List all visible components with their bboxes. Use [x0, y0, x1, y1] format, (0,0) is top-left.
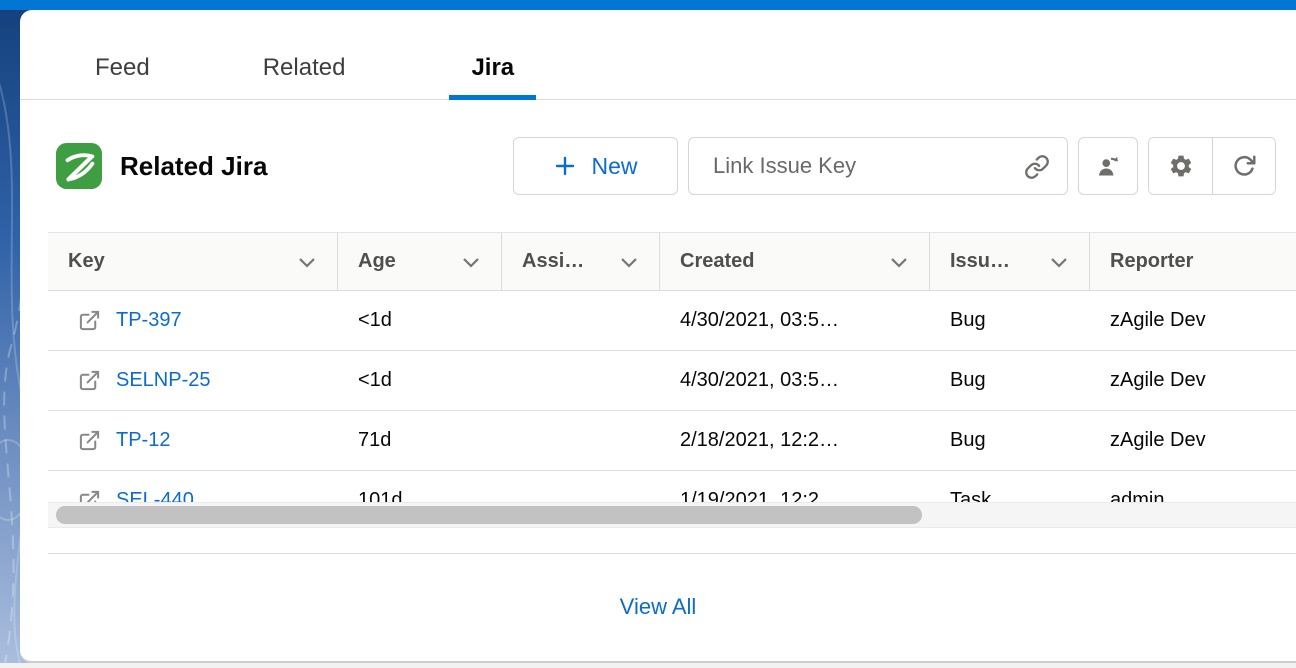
- record-tabs: Feed Related Jira: [20, 10, 1296, 100]
- column-header-key[interactable]: Key: [48, 233, 338, 290]
- column-label: Reporter: [1110, 250, 1193, 273]
- cell-created: 1/19/2021, 12:2…: [660, 489, 930, 502]
- panel-title-group: Related Jira: [56, 143, 513, 189]
- cell-age: 71d: [338, 429, 502, 452]
- cell-key: TP-12: [48, 429, 338, 452]
- external-link-icon[interactable]: [78, 369, 101, 392]
- table-body: TP-397 <1d 4/30/2021, 03:5… Bug zAgile D…: [48, 291, 1296, 502]
- panel-title: Related Jira: [120, 151, 267, 182]
- column-header-age[interactable]: Age: [338, 233, 502, 290]
- column-label: Assi…: [522, 250, 584, 273]
- column-label: Created: [680, 250, 754, 273]
- cell-issue-type: Task: [930, 489, 1090, 502]
- chevron-down-icon: [295, 250, 319, 274]
- panel-header: Related Jira New: [20, 100, 1296, 232]
- issue-key-link[interactable]: SEL-440: [116, 489, 194, 502]
- cell-age: <1d: [338, 369, 502, 392]
- cell-reporter: zAgile Dev: [1090, 369, 1296, 392]
- cell-created: 2/18/2021, 12:2…: [660, 429, 930, 452]
- horizontal-scrollbar-thumb[interactable]: [56, 506, 922, 524]
- view-all-row: View All: [20, 554, 1296, 660]
- cell-issue-type: Bug: [930, 429, 1090, 452]
- cell-reporter: zAgile Dev: [1090, 429, 1296, 452]
- panel-actions: New: [513, 137, 1276, 195]
- cell-reporter: zAgile Dev: [1090, 309, 1296, 332]
- table-row: TP-12 71d 2/18/2021, 12:2… Bug zAgile De…: [48, 411, 1296, 471]
- link-issue-key-field: [688, 137, 1068, 195]
- tab-jira[interactable]: Jira: [449, 10, 536, 99]
- column-header-created[interactable]: Created: [660, 233, 930, 290]
- gear-icon: [1168, 153, 1194, 179]
- chevron-down-icon: [459, 250, 483, 274]
- tab-feed[interactable]: Feed: [73, 10, 172, 99]
- zagile-icon: [56, 143, 102, 189]
- cell-reporter: admin: [1090, 489, 1296, 502]
- table-row: SELNP-25 <1d 4/30/2021, 03:5… Bug zAgile…: [48, 351, 1296, 411]
- cell-key: SELNP-25: [48, 369, 338, 392]
- cell-age: <1d: [338, 309, 502, 332]
- issue-key-link[interactable]: SELNP-25: [116, 369, 211, 392]
- cell-created: 4/30/2021, 03:5…: [660, 309, 930, 332]
- cell-key: SEL-440: [48, 489, 338, 502]
- settings-refresh-group: [1148, 137, 1276, 195]
- chevron-down-icon: [1047, 250, 1071, 274]
- new-button[interactable]: New: [513, 137, 678, 195]
- user-sync-button[interactable]: [1078, 137, 1138, 195]
- column-header-issue-type[interactable]: Issu…: [930, 233, 1090, 290]
- link-issue-key-input[interactable]: [688, 137, 1068, 195]
- tab-feed-label: Feed: [95, 54, 150, 82]
- view-all-link[interactable]: View All: [620, 594, 697, 620]
- top-accent-bar: [0, 0, 1296, 10]
- tab-related[interactable]: Related: [241, 10, 368, 99]
- refresh-button[interactable]: [1212, 138, 1275, 194]
- settings-button[interactable]: [1149, 138, 1212, 194]
- table-row: TP-397 <1d 4/30/2021, 03:5… Bug zAgile D…: [48, 291, 1296, 351]
- external-link-icon[interactable]: [78, 309, 101, 332]
- issue-key-link[interactable]: TP-12: [116, 429, 170, 452]
- link-icon[interactable]: [1024, 154, 1050, 180]
- chevron-down-icon: [617, 250, 641, 274]
- tab-related-label: Related: [263, 54, 346, 82]
- table-row: SEL-440 101d 1/19/2021, 12:2… Task admin: [48, 471, 1296, 502]
- issue-key-link[interactable]: TP-397: [116, 309, 182, 332]
- cell-issue-type: Bug: [930, 309, 1090, 332]
- column-header-assignee[interactable]: Assi…: [502, 233, 660, 290]
- cell-age: 101d: [338, 489, 502, 502]
- new-button-label: New: [591, 153, 637, 180]
- column-label: Age: [358, 250, 396, 273]
- cell-issue-type: Bug: [930, 369, 1090, 392]
- cell-key: TP-397: [48, 309, 338, 332]
- external-link-icon[interactable]: [78, 429, 101, 452]
- external-link-icon[interactable]: [78, 489, 101, 502]
- tab-jira-label: Jira: [471, 54, 514, 82]
- column-label: Key: [68, 250, 105, 273]
- column-header-reporter[interactable]: Reporter: [1090, 233, 1296, 290]
- related-jira-card: Feed Related Jira Related Jira New: [20, 10, 1296, 663]
- column-label: Issu…: [950, 250, 1010, 273]
- user-sync-icon: [1095, 153, 1122, 180]
- related-jira-table: Key Age Assi… Created Issu… Reporter: [48, 232, 1296, 528]
- plus-icon: [553, 154, 577, 178]
- card-footer: View All: [20, 553, 1296, 660]
- cell-created: 4/30/2021, 03:5…: [660, 369, 930, 392]
- horizontal-scrollbar-track[interactable]: [48, 502, 1296, 528]
- refresh-icon: [1231, 153, 1257, 179]
- table-header-row: Key Age Assi… Created Issu… Reporter: [48, 232, 1296, 291]
- chevron-down-icon: [887, 250, 911, 274]
